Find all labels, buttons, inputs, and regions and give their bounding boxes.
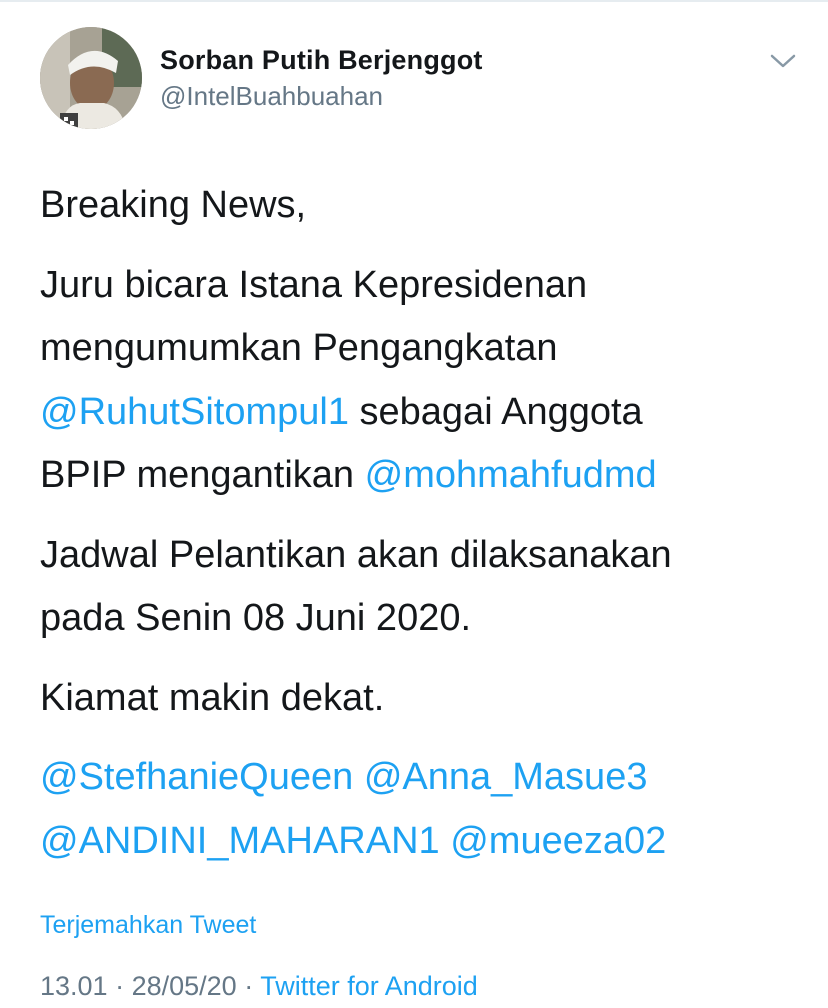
tweet-text-line: Breaking News, bbox=[40, 184, 307, 226]
meta-separator: · bbox=[107, 971, 132, 1001]
tweet-text-line: BPIP mengantikan bbox=[40, 454, 365, 496]
tweet-text: Breaking News, Juru bicara Istana Kepres… bbox=[40, 174, 800, 889]
author-info[interactable]: Sorban Putih Berjenggot @IntelBuahbuahan bbox=[160, 43, 483, 113]
tweet-paragraph: Jadwal Pelantikan akan dilaksanakan pada … bbox=[40, 524, 800, 651]
tweet-date[interactable]: 28/05/20 bbox=[132, 971, 237, 1001]
tweet-source-link[interactable]: Twitter for Android bbox=[260, 971, 478, 1001]
mention-link[interactable]: @mohmahfudmd bbox=[365, 454, 657, 496]
author-handle[interactable]: @IntelBuahbuahan bbox=[160, 79, 483, 113]
tweet-paragraph: Juru bicara Istana Kepresidenan mengumumk… bbox=[40, 254, 800, 508]
tweet-text-line: Jadwal Pelantikan akan dilaksanakan bbox=[40, 533, 672, 576]
author-display-name[interactable]: Sorban Putih Berjenggot bbox=[160, 43, 483, 77]
mention-link[interactable]: @StefhanieQueen bbox=[40, 756, 353, 798]
tweet-paragraph: Breaking News, bbox=[40, 174, 800, 238]
mention-link[interactable]: @Anna_Masue3 bbox=[364, 756, 648, 798]
chevron-down-icon[interactable] bbox=[766, 49, 800, 73]
mention-link[interactable]: @RuhutSitompul1 bbox=[40, 391, 349, 433]
mention-link[interactable]: @ANDINI_MAHARAN1 bbox=[40, 820, 440, 862]
translate-tweet-link[interactable]: Terjemahkan Tweet bbox=[40, 907, 256, 943]
avatar-photo bbox=[40, 27, 142, 129]
tweet-paragraph: @StefhanieQueen @Anna_Masue3 @ANDINI_MAHA… bbox=[40, 746, 800, 873]
tweet-text-line: pada Senin 08 Juni 2020. bbox=[40, 597, 472, 639]
avatar[interactable] bbox=[40, 27, 142, 129]
tweet-paragraph: Kiamat makin dekat. bbox=[40, 667, 800, 731]
tweet-header: Sorban Putih Berjenggot @IntelBuahbuahan bbox=[40, 27, 800, 133]
tweet-time[interactable]: 13.01 bbox=[40, 971, 108, 1001]
tweet-text-line: Kiamat makin dekat. bbox=[40, 676, 385, 719]
tweet-text-line: mengumumkan Pengangkatan bbox=[40, 327, 558, 369]
mention-link[interactable]: @mueeza02 bbox=[450, 820, 666, 862]
tweet-text-line: Juru bicara Istana Kepresidenan bbox=[40, 263, 588, 306]
tweet-text-line: sebagai Anggota bbox=[348, 390, 643, 433]
top-divider bbox=[0, 0, 828, 2]
tweet-meta: 13.01 · 28/05/20 · Twitter for Android bbox=[40, 968, 478, 1004]
meta-separator: · bbox=[236, 971, 261, 1001]
